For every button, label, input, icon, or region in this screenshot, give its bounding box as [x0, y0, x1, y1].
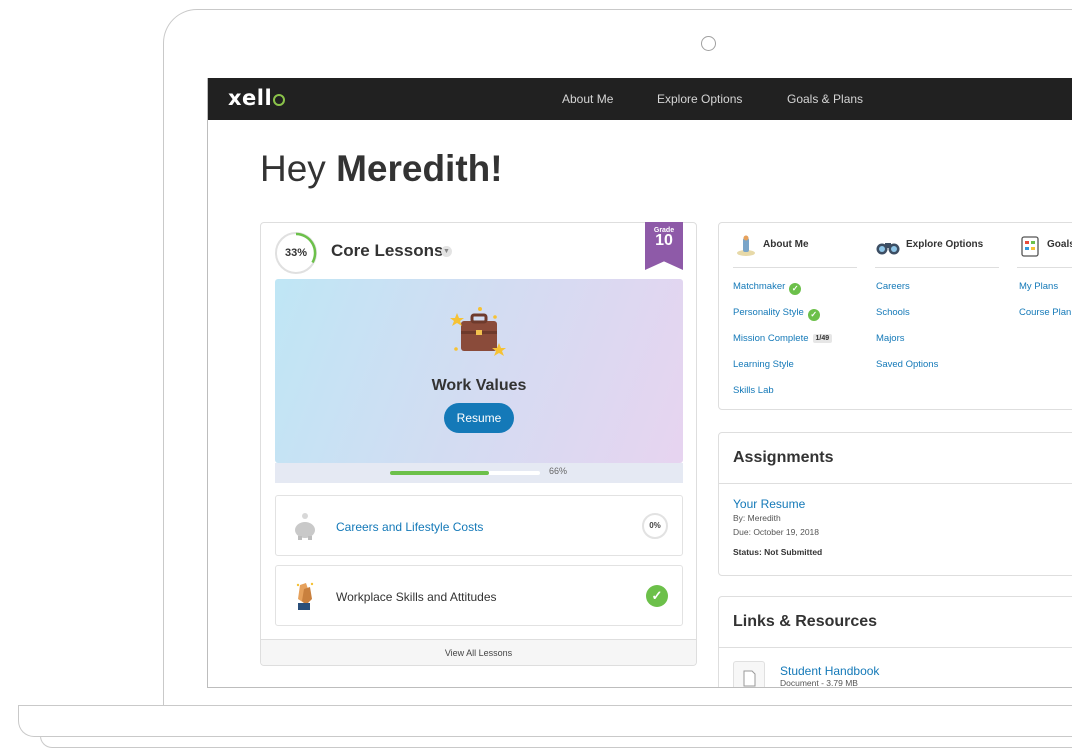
link-learning-style[interactable]: Learning Style — [733, 359, 794, 370]
briefcase-icon — [450, 307, 506, 356]
top-navigation-bar: xell About Me Explore Options Goals & Pl… — [208, 78, 1072, 120]
assignment-name-link[interactable]: Your Resume — [733, 497, 805, 511]
page-greeting: Hey Meredith! — [260, 148, 503, 189]
link-majors[interactable]: Majors — [876, 333, 905, 344]
core-lessons-progress-ring: 33% — [275, 232, 317, 274]
app-screen: xell About Me Explore Options Goals & Pl… — [207, 78, 1072, 688]
piggy-bank-icon — [295, 513, 315, 540]
about-me-icon — [737, 235, 755, 256]
featured-lesson-panel[interactable]: Work Values Resume — [275, 279, 683, 463]
progress-label: 66% — [549, 466, 568, 476]
laptop-base-lip — [40, 736, 1072, 748]
link-my-plans[interactable]: My Plans — [1019, 281, 1058, 292]
mission-count-badge: 1/49 — [812, 334, 833, 343]
laptop-base — [18, 705, 1072, 737]
nav-explore-options[interactable]: Explore Options — [657, 92, 742, 106]
lesson-progress-badge: 0% — [642, 513, 668, 539]
core-lessons-title: Core Lessons — [331, 241, 444, 260]
assignment-by: By: Meredith — [733, 513, 781, 523]
link-skills-lab[interactable]: Skills Lab — [733, 385, 774, 396]
divider — [719, 483, 1072, 484]
assignments-card: Assignments Your Resume By: Meredith Due… — [718, 432, 1072, 576]
webcam-icon — [701, 36, 716, 51]
check-icon: ✓ — [789, 283, 802, 295]
nav-goals-plans[interactable]: Goals & Plans — [787, 92, 863, 106]
assignment-due: Due: October 19, 2018 — [733, 527, 820, 537]
grade-ribbon: Grade 10 — [645, 222, 683, 270]
progress-track — [390, 471, 540, 475]
view-all-lessons-link[interactable]: View All Lessons — [261, 639, 696, 665]
link-matchmaker[interactable]: Matchmaker ✓ — [733, 281, 802, 295]
link-saved-options[interactable]: Saved Options — [876, 359, 938, 370]
featured-lesson-progress: 66% — [275, 463, 683, 483]
assignments-title: Assignments — [733, 449, 834, 466]
document-glyph — [743, 670, 756, 687]
link-personality-style[interactable]: Personality Style ✓ — [733, 307, 820, 321]
chevron-down-icon[interactable]: ▼ — [441, 246, 452, 257]
divider — [875, 267, 999, 268]
resource-name-link[interactable]: Student Handbook — [780, 664, 879, 678]
links-resources-card: Links & Resources Student Handbook Docum… — [718, 596, 1072, 688]
document-icon — [733, 661, 765, 687]
logo-o-ring — [273, 94, 286, 106]
quick-nav-card: About Me Explore Options Goals Matchmake… — [718, 222, 1072, 410]
user-name: Meredith! — [336, 148, 503, 189]
divider — [719, 647, 1072, 648]
goals-icon — [1021, 236, 1039, 257]
lesson-label[interactable]: Careers and Lifestyle Costs — [336, 520, 483, 534]
link-schools[interactable]: Schools — [876, 307, 910, 318]
link-course-plan[interactable]: Course Plan — [1019, 307, 1071, 318]
check-icon: ✓ — [807, 309, 820, 321]
clapping-hands-icon — [296, 582, 314, 610]
progress-fill — [390, 471, 489, 475]
quick-nav-heading-explore: Explore Options — [906, 239, 984, 250]
assignment-status: Status: Not Submitted — [733, 547, 823, 557]
quick-nav-heading-goals: Goals — [1047, 239, 1072, 250]
links-resources-title: Links & Resources — [733, 613, 878, 630]
quick-nav-heading-about-me: About Me — [763, 239, 809, 250]
lesson-label[interactable]: Workplace Skills and Attitudes — [336, 590, 497, 604]
link-careers[interactable]: Careers — [876, 281, 910, 292]
divider — [1017, 267, 1072, 268]
lesson-row-careers-lifestyle[interactable]: Careers and Lifestyle Costs 0% — [275, 495, 683, 556]
check-icon: ✓ — [646, 585, 668, 607]
featured-lesson-title: Work Values — [431, 377, 527, 394]
resource-meta: Document - 3.79 MB — [780, 678, 858, 688]
divider — [733, 267, 857, 268]
lesson-row-workplace-skills[interactable]: Workplace Skills and Attitudes ✓ — [275, 565, 683, 626]
resume-button[interactable]: Resume — [444, 403, 514, 433]
nav-about-me[interactable]: About Me — [562, 92, 613, 106]
binoculars-icon — [876, 243, 900, 255]
xello-logo[interactable]: xell — [228, 86, 286, 110]
progress-ring-arc — [295, 232, 317, 264]
core-lessons-card: 33% Core Lessons ▼ Grade 10 Work Values … — [260, 222, 697, 666]
link-mission-complete[interactable]: Mission Complete 1/49 — [733, 333, 833, 344]
